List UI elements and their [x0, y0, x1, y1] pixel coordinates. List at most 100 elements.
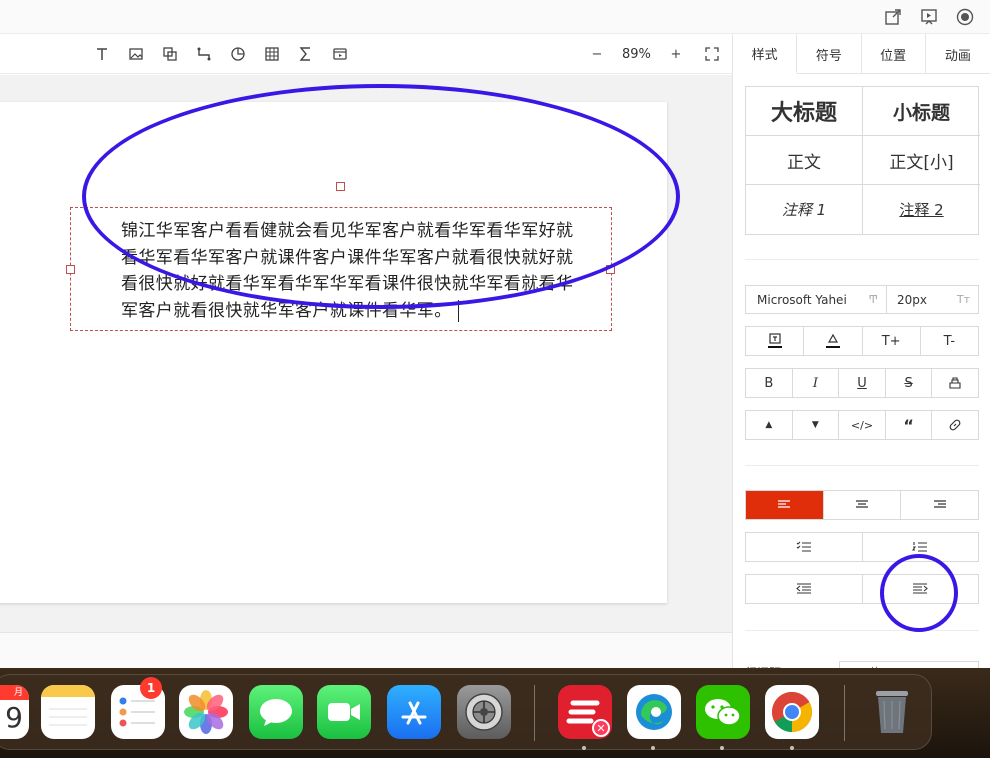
github-icon[interactable]: [954, 6, 976, 28]
tab-position[interactable]: 位置: [862, 34, 926, 74]
text-color-button[interactable]: [746, 327, 805, 355]
indent-icon: [913, 583, 929, 594]
preset-body[interactable]: 正文: [746, 136, 863, 185]
color-size-row: T+ T-: [745, 326, 979, 356]
link-button[interactable]: [932, 411, 978, 439]
preset-note-1[interactable]: 注释 1: [746, 185, 863, 234]
strikethrough-icon: S: [904, 375, 913, 391]
text-box-text: 锦江华军客户看看健就会看见华军客户就看华军看华军好就看华军看华军客户就课件客户课…: [121, 221, 574, 321]
font-family-icon: Ͳ: [868, 293, 878, 306]
italic-icon: I: [812, 375, 818, 391]
font-decrease-button[interactable]: T-: [921, 327, 978, 355]
preset-big-title[interactable]: 大标题: [746, 87, 863, 136]
reminders-badge: 1: [140, 677, 162, 699]
indent-button[interactable]: [863, 575, 979, 603]
align-center-button[interactable]: [824, 491, 902, 519]
resize-handle-top[interactable]: [336, 182, 345, 191]
tab-animation[interactable]: 动画: [926, 34, 990, 74]
text-style-presets: 大标题 小标题 正文 正文[小] 注释 1 注释 2: [745, 86, 980, 235]
zoom-level: 89%: [622, 46, 651, 62]
preset-note-2[interactable]: 注释 2: [863, 185, 980, 234]
trash-icon[interactable]: [865, 685, 919, 739]
slide[interactable]: 锦江华军客户看看健就会看见华军客户就看华军看华军好就看华军看华军客户就课件客户课…: [0, 102, 667, 603]
superscript-button[interactable]: ▲: [746, 411, 793, 439]
connector-tool-icon[interactable]: [192, 42, 216, 66]
top-icons: [882, 6, 976, 28]
expressvpn-icon[interactable]: ✕: [558, 685, 612, 739]
font-family-select[interactable]: Microsoft Yahei Ͳ: [746, 286, 887, 313]
text-color-icon: [767, 333, 782, 348]
font-increase-button[interactable]: T+: [863, 327, 921, 355]
preset-small-title[interactable]: 小标题: [863, 87, 980, 136]
outdent-icon: [795, 583, 811, 594]
bold-button[interactable]: B: [746, 369, 793, 397]
align-left-button[interactable]: [746, 491, 824, 519]
clear-format-button[interactable]: [932, 369, 978, 397]
chart-tool-icon[interactable]: [226, 42, 250, 66]
bold-icon: B: [764, 375, 774, 391]
share-icon[interactable]: [882, 6, 904, 28]
fill-color-icon: [825, 333, 840, 348]
align-right-button[interactable]: [901, 491, 978, 519]
image-tool-icon[interactable]: [124, 42, 148, 66]
status-bar: [0, 632, 732, 672]
calendar-icon[interactable]: 月 9: [0, 685, 29, 739]
wechat-icon[interactable]: [696, 685, 750, 739]
link-icon: [949, 419, 961, 431]
align-row: [745, 490, 979, 520]
caret-up-icon: ▲: [765, 420, 773, 430]
text-tool-icon[interactable]: [90, 42, 114, 66]
quote-button[interactable]: “: [886, 411, 933, 439]
subscript-button[interactable]: ▼: [793, 411, 840, 439]
photos-icon[interactable]: [179, 685, 233, 739]
shape-tool-icon[interactable]: [158, 42, 182, 66]
highlight-color-button[interactable]: [804, 327, 863, 355]
font-size-value: 20px: [897, 292, 927, 307]
edge-icon[interactable]: [627, 685, 681, 739]
text-box[interactable]: 锦江华军客户看看健就会看见华军客户就看华军看华军好就看华军看华军客户就课件客户课…: [66, 182, 615, 331]
running-indicator: [582, 746, 586, 750]
present-icon[interactable]: [918, 6, 940, 28]
underline-icon: U: [857, 375, 867, 391]
dock-separator: [844, 685, 845, 741]
font-settings: Microsoft Yahei Ͳ 20px Tт: [745, 285, 979, 314]
resize-handle-left[interactable]: [66, 265, 75, 274]
font-size-select[interactable]: 20px Tт: [887, 286, 978, 313]
strikethrough-button[interactable]: S: [886, 369, 933, 397]
messages-icon[interactable]: [249, 685, 303, 739]
underline-button[interactable]: U: [839, 369, 886, 397]
code-button[interactable]: </>: [839, 411, 886, 439]
tab-style[interactable]: 样式: [733, 34, 798, 74]
zoom-out-button[interactable]: −: [586, 42, 608, 66]
media-tool-icon[interactable]: [328, 42, 352, 66]
tab-symbol[interactable]: 符号: [797, 34, 862, 74]
app-store-icon[interactable]: [387, 685, 441, 739]
zoom-in-button[interactable]: +: [665, 42, 687, 66]
preset-body-small[interactable]: 正文[小]: [863, 136, 980, 185]
numbered-list-icon: [912, 542, 928, 552]
font-decrease-icon: T-: [943, 333, 956, 349]
divider: [745, 259, 979, 260]
numbered-list-button[interactable]: [863, 533, 979, 561]
calendar-month: 月: [0, 685, 29, 700]
running-indicator: [651, 746, 655, 750]
bullet-list-button[interactable]: [746, 533, 863, 561]
italic-button[interactable]: I: [793, 369, 840, 397]
top-bar: [0, 0, 990, 34]
font-family-value: Microsoft Yahei: [757, 292, 847, 307]
divider: [745, 465, 979, 466]
outdent-button[interactable]: [746, 575, 863, 603]
list-row: [745, 532, 979, 562]
text-box-content[interactable]: 锦江华军客户看看健就会看见华军客户就看华军看华军好就看华军看华军客户就课件客户课…: [121, 218, 589, 324]
system-settings-icon[interactable]: [457, 685, 511, 739]
font-increase-icon: T+: [881, 333, 901, 349]
chrome-icon[interactable]: [765, 685, 819, 739]
fullscreen-icon[interactable]: [701, 42, 723, 66]
formula-tool-icon[interactable]: [294, 42, 318, 66]
notes-icon[interactable]: [41, 685, 95, 739]
text-caret: [457, 299, 460, 322]
align-center-icon: [856, 500, 868, 508]
resize-handle-right[interactable]: [606, 265, 615, 274]
table-tool-icon[interactable]: [260, 42, 284, 66]
facetime-icon[interactable]: [317, 685, 371, 739]
